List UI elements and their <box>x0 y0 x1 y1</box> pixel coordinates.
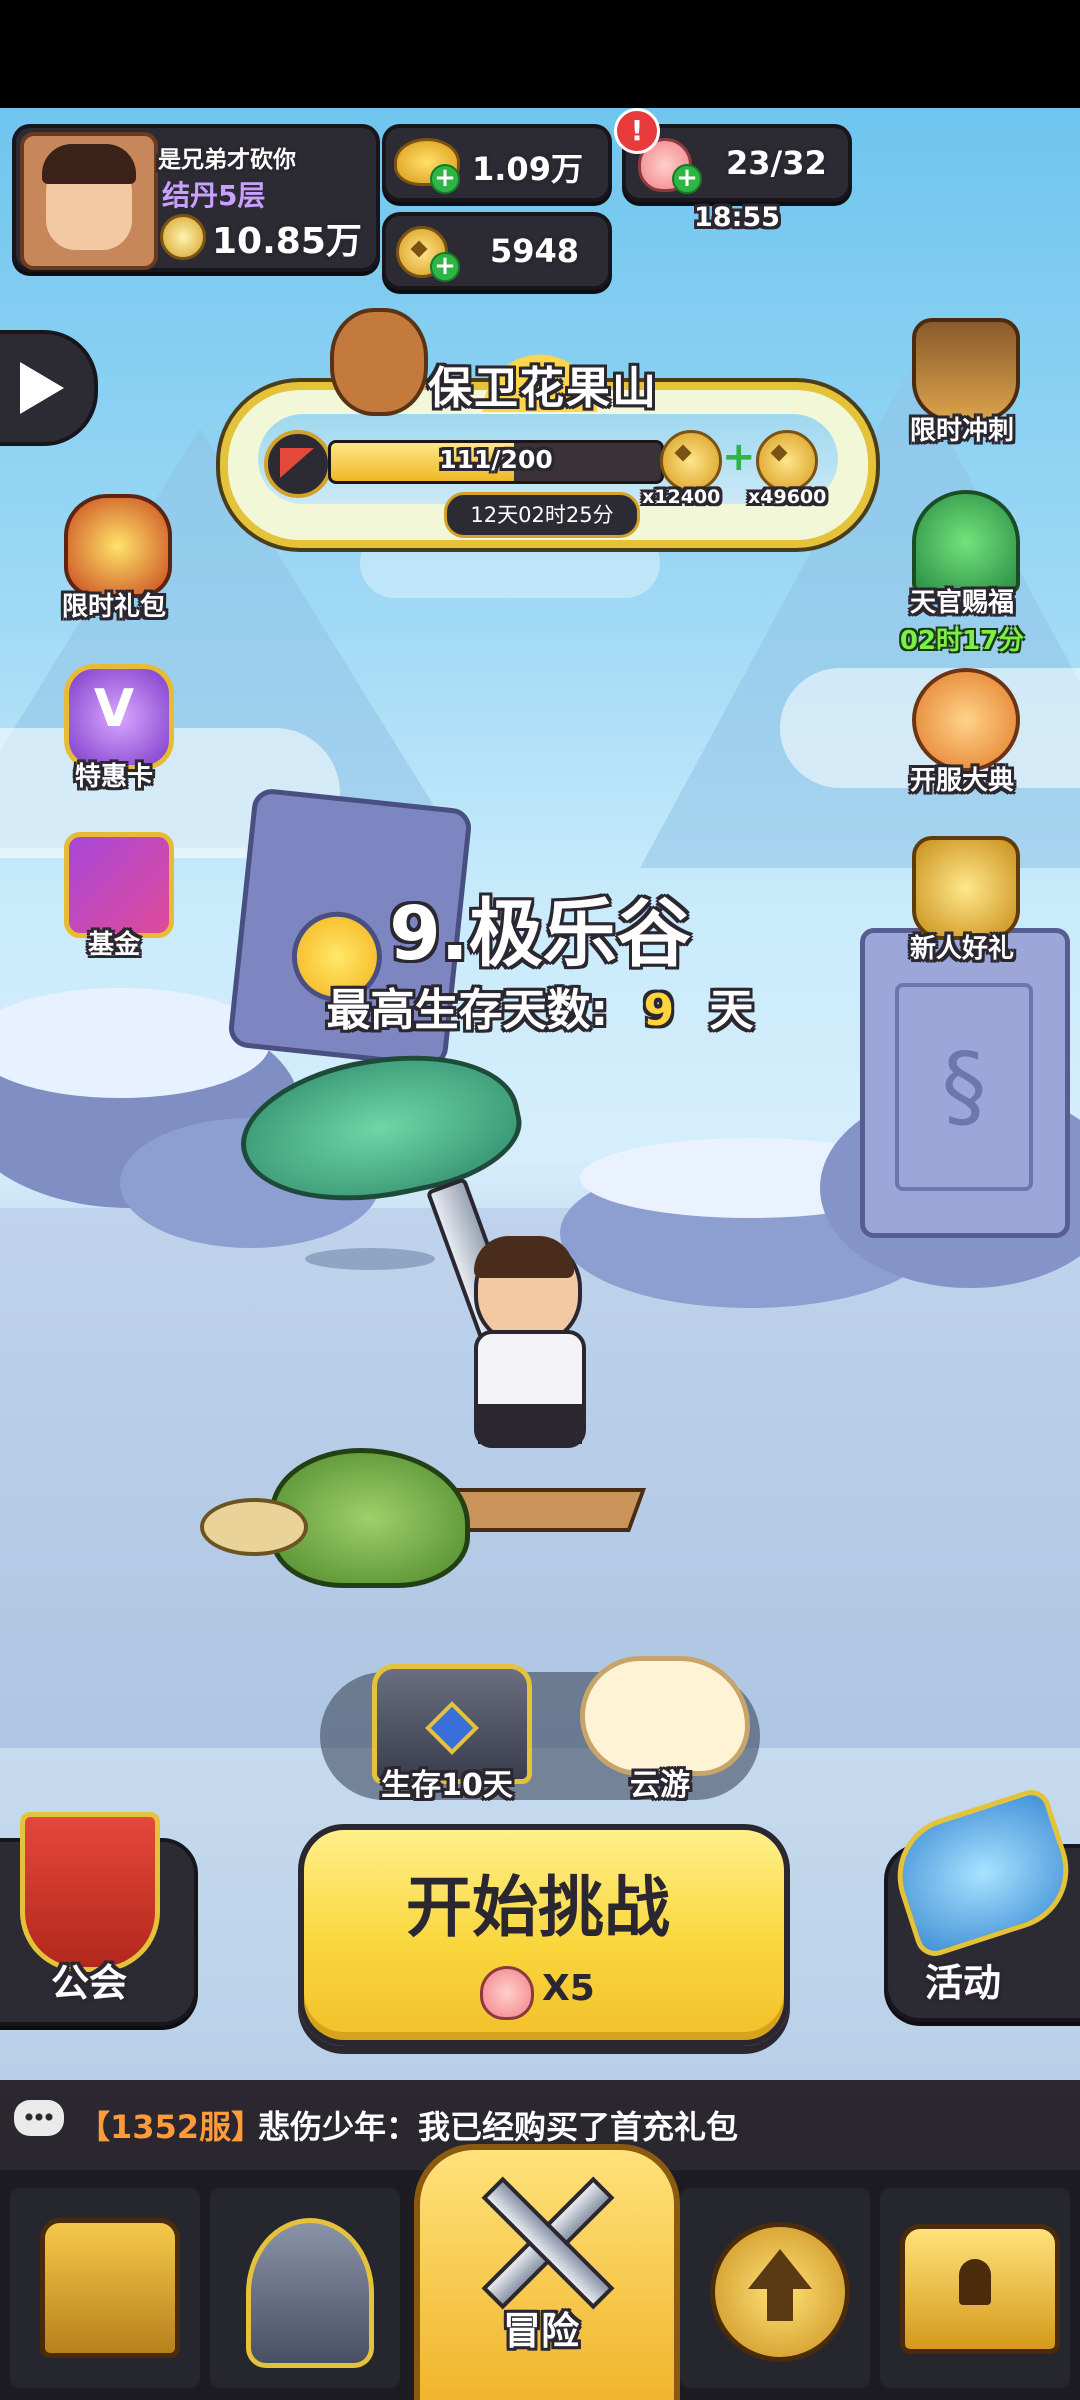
coin-amount: 5948 <box>490 232 580 270</box>
cloud-travel-icon[interactable] <box>580 1656 750 1776</box>
limited-sprint-button[interactable]: 限时冲刺 <box>882 318 1042 458</box>
fan-icon <box>912 490 1020 594</box>
stamina-timer: 18:55 <box>694 202 780 233</box>
chat-server: 【1352服】 <box>78 2108 264 2146</box>
heavenly-blessing-button[interactable]: 天官赐福 02时17分 <box>882 490 1042 656</box>
server-celebration-button[interactable]: 开服大典 <box>882 668 1042 808</box>
avatar-hair <box>42 144 136 184</box>
add-stamina-icon[interactable]: + <box>672 164 702 194</box>
nav-treasure[interactable] <box>880 2188 1070 2388</box>
shop-icon <box>40 2218 180 2358</box>
keyhole-icon <box>959 2259 991 2305</box>
helmet-icon <box>246 2218 374 2368</box>
start-cost: X5 <box>542 1968 595 2009</box>
nav-adventure-label: 冒险 <box>502 2309 579 2353</box>
nav-shop[interactable] <box>10 2188 200 2388</box>
v-letter-icon: V <box>93 679 135 739</box>
power-icon <box>160 214 206 260</box>
flag-shape <box>280 448 314 478</box>
player-realm: 结丹5层 <box>162 179 266 212</box>
peach-cost-icon <box>480 1966 534 2020</box>
upgrade-arrow-icon <box>710 2222 850 2362</box>
heavenly-blessing-label: 天官赐福 <box>909 588 1014 618</box>
expand-menu-button[interactable] <box>0 330 98 446</box>
reward-coin-icon[interactable] <box>756 430 818 492</box>
hero-hair <box>474 1236 574 1278</box>
server-celebration-label: 开服大典 <box>909 766 1014 796</box>
start-challenge-label: 开始挑战 <box>406 1869 670 1946</box>
blessing-timer: 02时17分 <box>899 626 1025 656</box>
reward1-amount: x12400 <box>642 486 721 508</box>
cloud-travel-label: 云游 <box>630 1768 690 1803</box>
limited-sprint-label: 限时冲刺 <box>909 416 1014 446</box>
game-scene: § 是兄弟才砍你 结丹5层 10.85万 + 1.09万 + 5948 + 23… <box>0 108 1080 2400</box>
nav-equipment[interactable] <box>210 2188 400 2388</box>
locked-chest-icon <box>900 2224 1060 2354</box>
guild-label: 公会 <box>50 1961 127 2005</box>
shadow <box>305 1248 435 1270</box>
nav-adventure[interactable]: 冒险 <box>414 2144 680 2400</box>
stage-name: 9.极乐谷 <box>389 891 691 977</box>
crossed-swords-icon <box>478 2170 615 2310</box>
v-card-icon: V <box>64 664 174 770</box>
dragon-tail <box>200 1498 308 1556</box>
chest-label: 生存10天 <box>381 1768 513 1803</box>
player-power: 10.85万 <box>212 221 362 262</box>
gift-bag-icon <box>64 494 172 598</box>
limited-gift-button[interactable]: 限时礼包 <box>34 494 194 634</box>
hero-body <box>474 1330 586 1448</box>
gold-counter[interactable]: + 1.09万 <box>382 124 612 202</box>
gold-amount: 1.09万 <box>472 150 583 188</box>
hero-legs <box>478 1404 582 1444</box>
flag-icon <box>264 430 332 498</box>
play-arrow-icon <box>20 362 64 414</box>
nav-upgrade[interactable] <box>680 2188 870 2388</box>
status-bar <box>0 0 1080 108</box>
arrow-up-shape <box>748 2249 812 2289</box>
player-panel[interactable]: 是兄弟才砍你 结丹5层 10.85万 <box>12 124 380 272</box>
guild-button[interactable]: 公会 <box>0 1812 198 2026</box>
survival-label: 最高生存天数: <box>326 985 609 1036</box>
special-card-label: 特惠卡 <box>74 762 153 792</box>
add-coin-icon[interactable]: + <box>430 252 460 282</box>
survival-value: 9 <box>643 985 675 1036</box>
avatar[interactable] <box>20 132 158 270</box>
coin-counter[interactable]: + 5948 <box>382 212 612 290</box>
survival-record: 最高生存天数: 9 天 <box>0 974 1080 1038</box>
stamina-amount: 23/32 <box>726 144 827 182</box>
reward2-amount: x49600 <box>748 486 827 508</box>
chest-gem-icon <box>425 1701 479 1755</box>
alert-badge: ! <box>614 108 660 154</box>
arrow-up-stem <box>767 2287 793 2321</box>
event-progress-text: 111/200 <box>439 445 553 474</box>
add-gold-icon[interactable]: + <box>430 164 460 194</box>
reward-plus-icon: + <box>722 434 756 480</box>
guild-banner-icon <box>20 1812 160 1972</box>
event-countdown: 12天02时25分 <box>444 492 640 538</box>
survival-unit: 天 <box>709 985 754 1036</box>
chat-dots <box>24 2113 54 2121</box>
chat-bubble-icon <box>14 2100 64 2136</box>
hourglass-icon <box>912 318 1020 422</box>
limited-gift-label: 限时礼包 <box>61 592 166 622</box>
chat-message: 悲伤少年：我已经购买了首充礼包 <box>258 2108 739 2146</box>
reward-coin-icon[interactable] <box>660 430 722 492</box>
event-progress-bar: 111/200 <box>328 440 664 484</box>
special-card-button[interactable]: V 特惠卡 <box>34 664 194 804</box>
start-challenge-button[interactable]: 开始挑战 X5 <box>298 1824 790 2046</box>
monkey-king-icon <box>330 308 428 416</box>
activity-label: 活动 <box>924 1961 1001 2005</box>
player-name: 是兄弟才砍你 <box>158 147 296 173</box>
drum-icon <box>912 668 1020 772</box>
event-title: 保卫花果山 <box>428 363 658 414</box>
activity-button[interactable]: 活动 <box>882 1784 1080 2022</box>
